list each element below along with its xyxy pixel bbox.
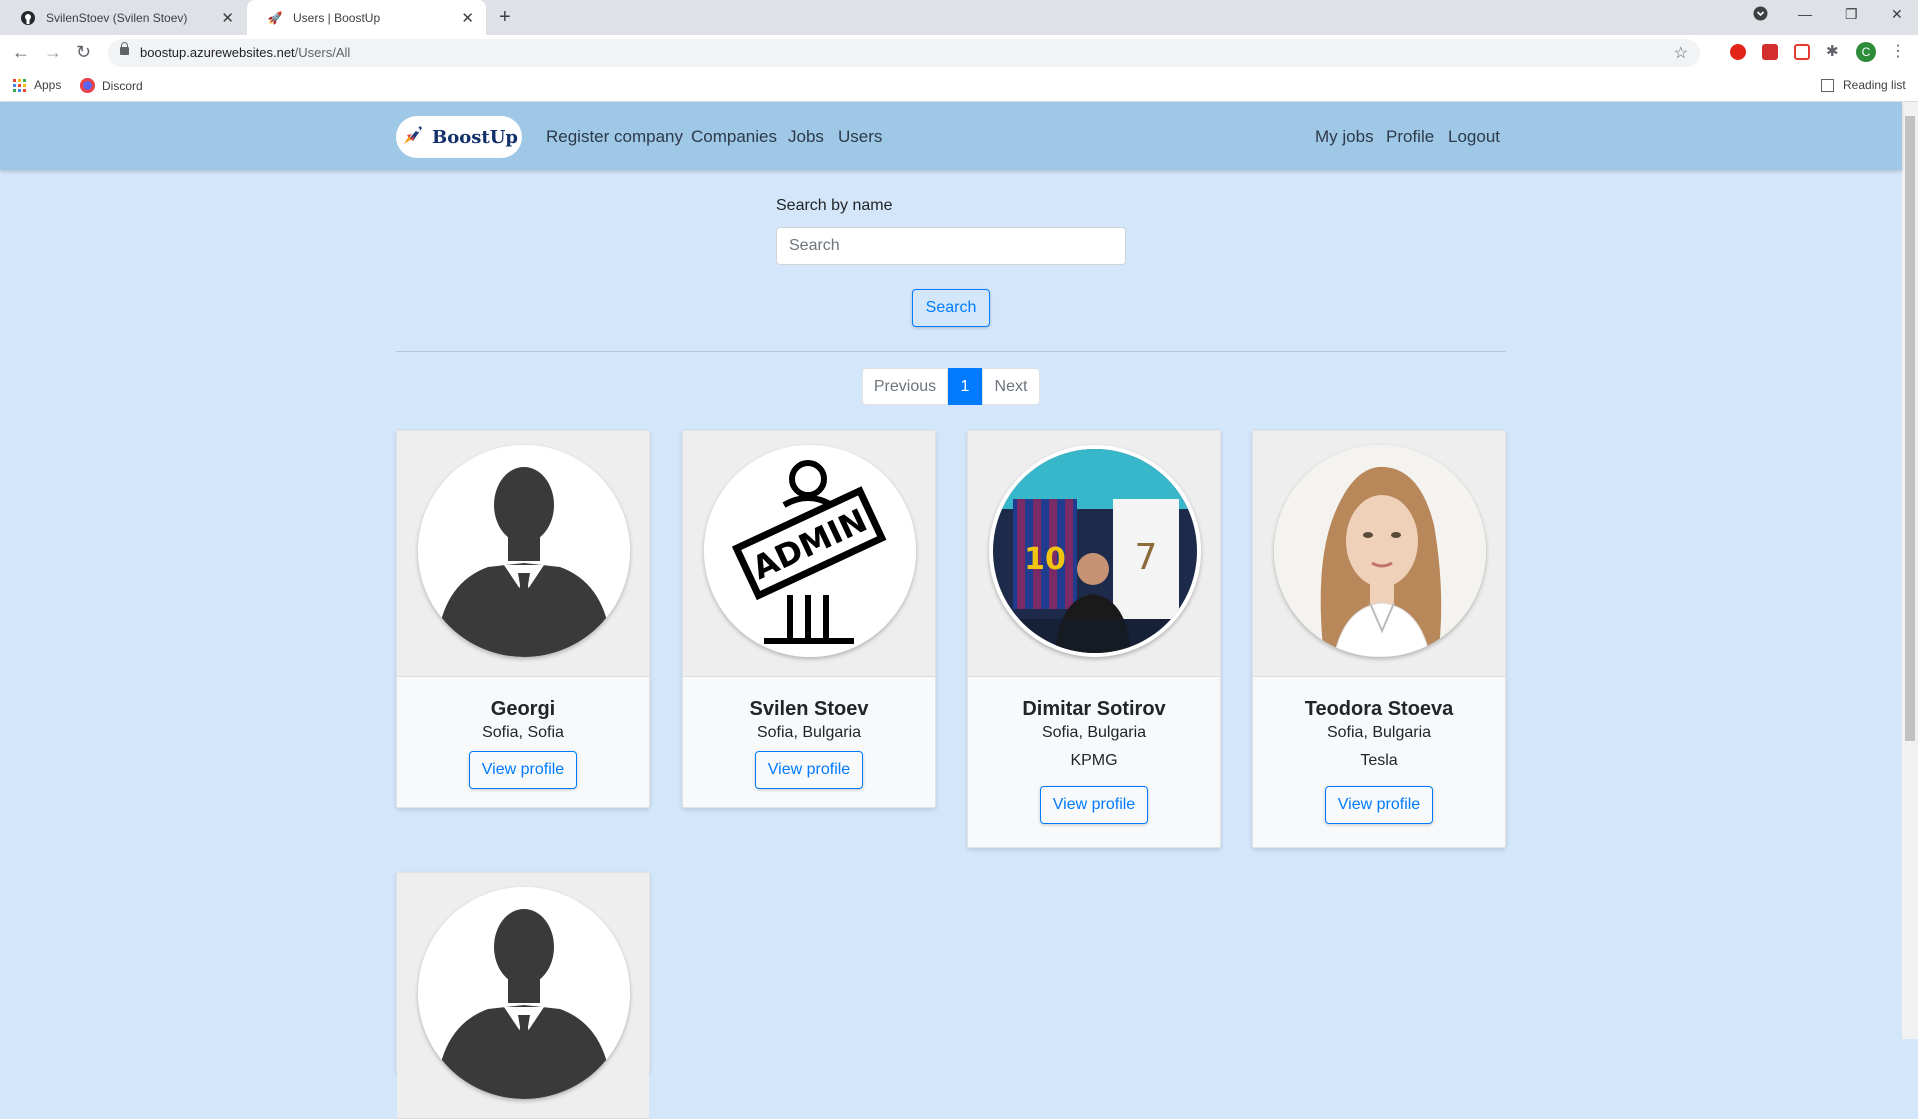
browser-toolbar: ← → ↻ boostup.azurewebsites.net/Users/Al… [0, 35, 1918, 69]
screenshot-extension-icon[interactable] [1794, 44, 1810, 60]
user-name: Dimitar Sotirov [1022, 698, 1166, 720]
close-window-icon[interactable]: ✕ [1891, 6, 1903, 23]
reading-list-icon [1821, 78, 1834, 92]
svg-text:7: 7 [1135, 537, 1158, 578]
new-tab-icon[interactable]: + [499, 6, 511, 29]
nav-companies[interactable]: Companies [691, 127, 777, 147]
avatar-area [397, 431, 649, 677]
user-card: 10 7 Dimitar Sotirov Sofia, Bulgaria KPMG… [967, 430, 1221, 848]
rocket-icon: 🚀 [267, 10, 283, 25]
user-name: Svilen Stoev [749, 698, 869, 720]
silhouette-avatar-icon [418, 887, 630, 1099]
nav-logout[interactable]: Logout [1448, 127, 1500, 147]
avatar-area [397, 873, 649, 1119]
user-company: Tesla [1360, 752, 1398, 769]
user-card: Teodora Stoeva Sofia, Bulgaria Tesla Vie… [1252, 430, 1506, 848]
reading-list-button[interactable]: Reading list [1821, 78, 1906, 92]
user-name: Georgi [490, 698, 556, 720]
restore-icon[interactable]: ❐ [1845, 6, 1858, 23]
view-profile-button[interactable]: View profile [469, 751, 577, 789]
back-icon[interactable]: ← [12, 42, 30, 63]
user-name: Teodora Stoeva [1304, 698, 1454, 720]
user-location: Sofia, Bulgaria [1041, 724, 1147, 741]
minimize-icon[interactable]: — [1798, 6, 1812, 22]
pdf-extension-icon[interactable] [1762, 44, 1778, 60]
admin-sign-avatar-icon: ADMIN [704, 445, 916, 657]
nav-my-jobs[interactable]: My jobs [1315, 127, 1374, 147]
brand-logo[interactable]: BoostUp [396, 116, 522, 158]
tab-title: Users | BoostUp [293, 10, 381, 25]
search-label: Search by name [776, 197, 893, 214]
bookmark-apps[interactable]: Apps [13, 78, 61, 92]
lock-icon [120, 42, 129, 55]
user-company: KPMG [1070, 752, 1118, 769]
user-card: Georgi Sofia, Sofia View profile [396, 430, 650, 808]
bookmarks-bar: Apps Discord Reading list [0, 69, 1918, 102]
forward-icon[interactable]: → [44, 42, 62, 63]
search-input[interactable] [776, 227, 1126, 265]
user-location: Sofia, Bulgaria [1326, 724, 1432, 741]
user-card [396, 872, 650, 1119]
avatar-area: ADMIN [683, 431, 935, 677]
nav-register-company[interactable]: Register company [546, 127, 683, 147]
pagination-previous[interactable]: Previous [862, 368, 948, 405]
pagination-next[interactable]: Next [982, 368, 1040, 405]
silhouette-avatar-icon [418, 445, 630, 657]
browser-tab-bar: SvilenStoev (Svilen Stoev) ✕ 🚀 Users | B… [0, 0, 1918, 35]
bookmark-discord[interactable]: Discord [80, 78, 143, 93]
rocket-icon [400, 122, 426, 153]
view-profile-button[interactable]: View profile [1325, 786, 1433, 824]
adblock-extension-icon[interactable] [1730, 44, 1746, 60]
apps-grid-icon [13, 78, 26, 92]
user-location: Sofia, Sofia [482, 724, 564, 741]
search-button[interactable]: Search [912, 289, 990, 327]
browser-tab-github[interactable]: SvilenStoev (Svilen Stoev) ✕ [0, 0, 246, 35]
brand-name: BoostUp [432, 126, 518, 148]
user-photo: 10 7 [989, 445, 1201, 657]
site-navbar: BoostUp Register company Companies Jobs … [0, 102, 1902, 170]
avatar-area [1253, 431, 1505, 677]
nav-jobs[interactable]: Jobs [788, 127, 824, 147]
url-text: boostup.azurewebsites.net/Users/All [140, 45, 351, 60]
discord-icon [80, 78, 95, 93]
browser-menu-icon[interactable]: ⋮ [1890, 44, 1906, 60]
address-bar[interactable]: boostup.azurewebsites.net/Users/All ☆ [108, 39, 1700, 67]
svg-text:10: 10 [1024, 542, 1066, 577]
profile-avatar[interactable]: C [1856, 42, 1876, 62]
pagination-page-current[interactable]: 1 [948, 368, 982, 405]
nav-profile[interactable]: Profile [1386, 127, 1434, 147]
nav-users[interactable]: Users [838, 127, 882, 147]
tab-search-icon[interactable] [1753, 6, 1768, 24]
bookmark-star-icon[interactable]: ☆ [1674, 43, 1688, 63]
close-tab-icon[interactable]: ✕ [221, 9, 234, 27]
view-profile-button[interactable]: View profile [1040, 786, 1148, 824]
view-profile-button[interactable]: View profile [755, 751, 863, 789]
user-location: Sofia, Bulgaria [756, 724, 862, 741]
close-tab-icon[interactable]: ✕ [461, 9, 474, 27]
browser-tab-boostup[interactable]: 🚀 Users | BoostUp ✕ [247, 0, 486, 35]
tab-title: SvilenStoev (Svilen Stoev) [46, 10, 188, 25]
avatar-area: 10 7 [968, 431, 1220, 677]
divider [396, 351, 1506, 352]
user-photo [1274, 445, 1486, 657]
user-card: ADMIN Svilen Stoev Sofia, Bulgaria View … [682, 430, 936, 808]
github-icon [20, 10, 36, 26]
pagination: Previous 1 Next [862, 368, 1040, 405]
reload-icon[interactable]: ↻ [76, 42, 91, 63]
page-scrollbar[interactable] [1902, 102, 1918, 1039]
extensions-puzzle-icon[interactable]: ✱ [1826, 44, 1842, 60]
scrollbar-thumb[interactable] [1905, 116, 1915, 741]
